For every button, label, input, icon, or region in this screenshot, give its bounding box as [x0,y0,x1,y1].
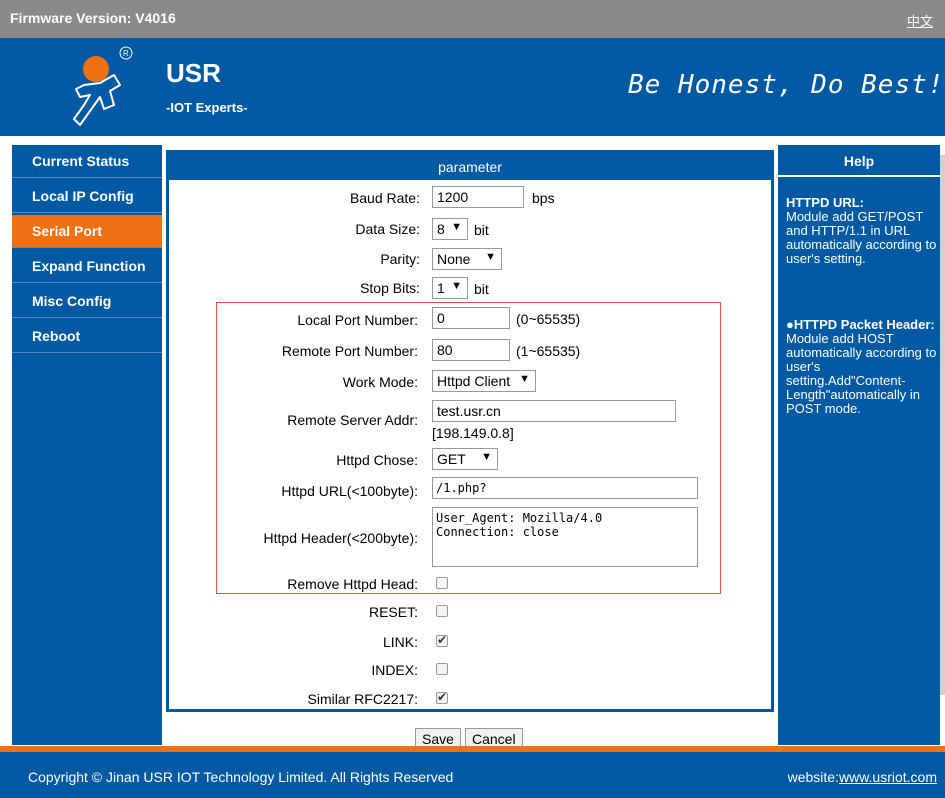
work-mode-label: Work Mode: [342,374,418,390]
chevron-down-icon: ▼ [519,373,530,385]
panel-title: parameter [166,150,774,180]
check-icon: ✔ [437,633,448,647]
chevron-down-icon: ▼ [485,251,496,263]
data-size-select[interactable]: 8 ▼ [432,218,468,240]
svg-text:R: R [123,49,129,58]
link-checkbox[interactable]: ✔ [436,633,448,647]
stop-bits-label: Stop Bits: [360,280,420,296]
help-heading: ●HTTPD Packet Header: [786,318,935,332]
baud-rate-input[interactable]: 1200 [432,186,524,208]
remove-httpd-head-label: Remove Httpd Head: [287,576,418,592]
data-size-label: Data Size: [355,221,420,237]
work-mode-value: Httpd Client [437,373,511,389]
remote-port-range: (1~65535) [516,343,581,359]
chevron-down-icon: ▼ [481,451,492,463]
httpd-header-input[interactable]: User_Agent: Mozilla/4.0 Connection: clos… [432,507,698,567]
scrollbar[interactable] [940,155,945,695]
website-link[interactable]: www.usriot.com [839,769,937,785]
httpd-chose-label: Httpd Chose: [336,452,418,468]
help-heading: HTTPD URL: [786,195,864,210]
httpd-url-input[interactable]: /1.php? [432,477,698,499]
nav-serial-port[interactable]: Serial Port [12,215,162,248]
stop-bits-select[interactable]: 1 ▼ [432,277,468,299]
help-body: Module add GET/POST and HTTP/1.1 in URL … [786,209,937,266]
check-icon: ✔ [437,690,448,704]
firmware-version: Firmware Version: V4016 [10,10,176,26]
brand-name: USR [166,58,221,88]
website-info: website:www.usriot.com [788,769,937,785]
local-port-label: Local Port Number: [297,312,418,328]
work-mode-select[interactable]: Httpd Client ▼ [432,370,536,392]
nav-expand-function[interactable]: Expand Function [12,250,162,283]
reset-label: RESET: [368,604,418,620]
remote-port-input[interactable]: 80 [432,339,510,361]
baud-rate-label: Baud Rate: [349,190,420,206]
httpd-header-label: Httpd Header(<200byte): [263,530,418,546]
remote-port-label: Remote Port Number: [281,343,418,359]
usr-logo-icon: R [73,46,133,126]
index-checkbox[interactable] [436,663,448,675]
reset-checkbox[interactable] [436,605,448,617]
nav-reboot[interactable]: Reboot [12,320,162,353]
copyright-text: Copyright © Jinan USR IOT Technology Lim… [28,769,454,785]
httpd-chose-value: GET [437,451,466,467]
rfc2217-label: Similar RFC2217: [307,691,418,707]
remote-server-label: Remote Server Addr: [287,412,418,428]
remove-httpd-head-checkbox[interactable] [436,577,448,589]
chevron-down-icon: ▼ [451,280,462,292]
nav-local-ip-config[interactable]: Local IP Config [12,180,162,213]
stop-bits-unit: bit [474,281,489,297]
data-size-unit: bit [474,222,489,238]
website-label: website: [787,769,839,785]
nav-misc-config[interactable]: Misc Config [12,285,162,318]
index-label: INDEX: [371,662,418,678]
link-label: LINK: [382,634,418,650]
baud-rate-unit: bps [532,190,555,206]
nav-current-status[interactable]: Current Status [12,145,162,178]
remote-server-input[interactable]: test.usr.cn [432,400,676,422]
remote-server-resolved: [198.149.0.8] [432,425,514,441]
parity-value: None [437,251,471,267]
data-size-value: 8 [437,221,445,237]
httpd-url-label: Httpd URL(<100byte): [281,483,418,499]
parity-select[interactable]: None ▼ [432,248,502,270]
help-item: HTTPD URL: Module add GET/POST and HTTP/… [786,196,940,266]
help-title: Help [778,145,940,177]
language-link[interactable]: 中文 [907,11,933,30]
chevron-down-icon: ▼ [451,221,462,233]
motto: Be Honest, Do Best! [628,70,945,100]
local-port-input[interactable]: 0 [432,307,510,329]
stop-bits-value: 1 [437,280,445,296]
rfc2217-checkbox[interactable]: ✔ [436,690,448,704]
httpd-chose-select[interactable]: GET ▼ [432,448,498,470]
local-port-range: (0~65535) [516,311,581,327]
sidebar: Current Status Local IP Config Serial Po… [12,145,162,745]
brand-tagline: -IOT Experts- [166,100,248,115]
help-item: ●HTTPD Packet Header: Module add HOST au… [786,318,940,416]
help-body: Module add HOST automatically according … [786,331,937,416]
parity-label: Parity: [380,251,420,267]
